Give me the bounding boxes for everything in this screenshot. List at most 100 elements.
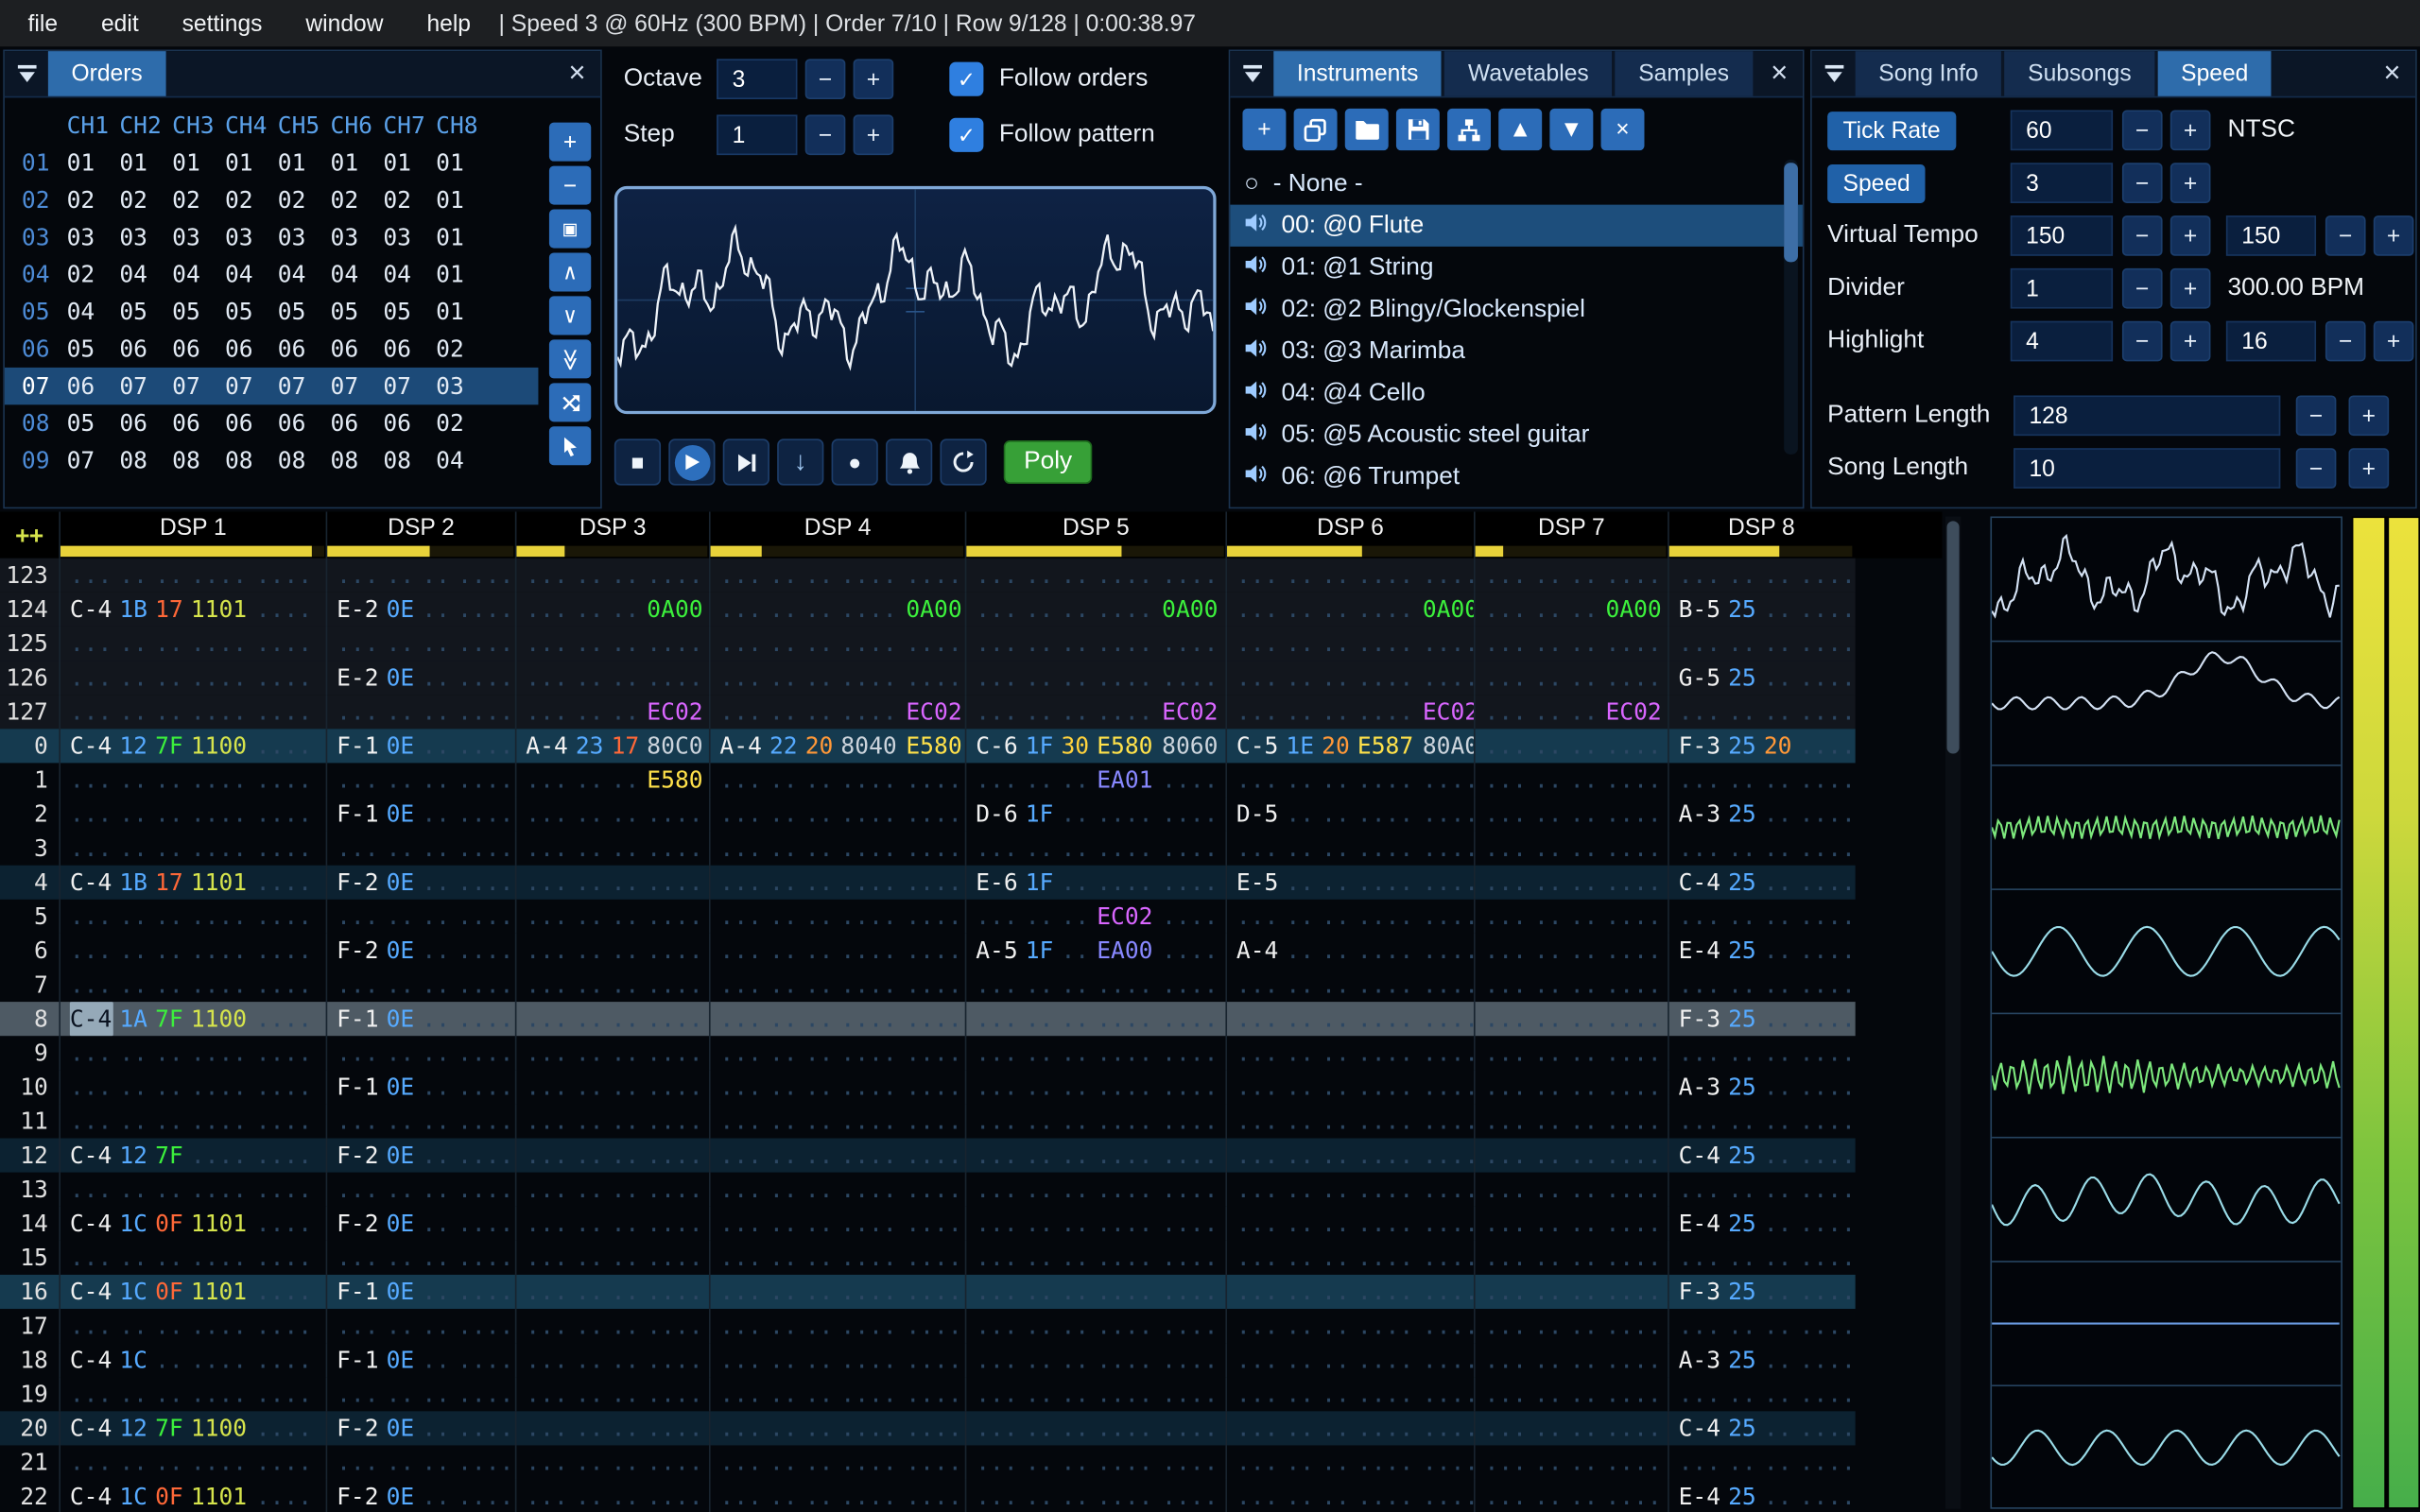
pattern-cell[interactable]: ........... (325, 1036, 515, 1071)
deep-clone-order-button[interactable] (548, 383, 592, 422)
pattern-cell[interactable]: ........... (514, 1274, 709, 1310)
song-tab-speed[interactable]: Speed (2157, 51, 2272, 96)
order-cell[interactable]: 07 (225, 372, 278, 401)
pattern-cell[interactable]: ........... (1668, 558, 1854, 593)
pattern-cell[interactable]: ............... (1225, 661, 1474, 696)
pattern-cell[interactable]: ........... (514, 626, 709, 662)
pattern-cell[interactable]: ........... (1668, 831, 1854, 866)
order-cell[interactable]: 03 (67, 223, 120, 251)
pattern-cell[interactable]: A-5 1F.. EA00.... (964, 933, 1226, 968)
song-length-minus[interactable]: − (2295, 448, 2337, 489)
pattern-cell[interactable]: ............... (708, 831, 965, 866)
pattern-cell[interactable]: ........... (1668, 1104, 1854, 1139)
pattern-cell[interactable]: ........... (514, 1172, 709, 1207)
order-cell[interactable]: 03 (225, 223, 278, 251)
pattern-cell[interactable]: ........... (1668, 1240, 1854, 1275)
pattern-cell[interactable]: ........... (325, 831, 515, 866)
pattern-cell[interactable]: ....... E580 (514, 763, 709, 798)
step-minus-button[interactable]: − (804, 114, 846, 156)
pattern-cell[interactable]: ............... (708, 1002, 965, 1037)
highlight-second-minus[interactable]: − (2325, 320, 2366, 362)
menu-window[interactable]: window (284, 10, 405, 37)
order-cell[interactable]: 06 (383, 335, 436, 363)
pattern-cell[interactable]: ........... (1473, 899, 1668, 934)
add-instrument-button[interactable]: + (1242, 108, 1287, 151)
channel-header-4[interactable]: DSP 4 (711, 513, 965, 544)
pattern-cell[interactable]: ........... (514, 1036, 709, 1071)
pattern-cell[interactable]: C-4 12 7F 1100.... (59, 729, 325, 764)
highlight-second-plus[interactable]: + (2373, 320, 2414, 362)
order-cell[interactable]: 03 (119, 223, 172, 251)
order-cell[interactable]: 04 (278, 261, 331, 289)
pattern-cell[interactable]: ............... (1225, 763, 1474, 798)
pattern-cell[interactable]: F-2 0E...... (325, 1411, 515, 1446)
order-row-02[interactable]: 02 02 02 02 02 02 02 02 01 (5, 181, 539, 218)
pattern-cell[interactable]: C-4 1C 0F 1101.... (59, 1274, 325, 1310)
pattern-cell[interactable]: ....... EC02.... (964, 899, 1226, 934)
pattern-cell[interactable]: ............... (59, 1240, 325, 1275)
pattern-cell[interactable]: ............... (1225, 626, 1474, 662)
song-tab-subsongs[interactable]: Subsongs (2004, 51, 2155, 96)
pattern-cell[interactable]: ............... (708, 1309, 965, 1344)
titlebar-drag-area[interactable] (2274, 51, 2369, 96)
pattern-cell[interactable]: ............... (59, 661, 325, 696)
pattern-cell[interactable]: ........... (514, 1206, 709, 1241)
asset-tab-instruments[interactable]: Instruments (1273, 51, 1443, 96)
pattern-cell[interactable]: ............... (964, 1343, 1226, 1378)
channel-header-8[interactable]: DSP 8 (1669, 513, 1854, 544)
pattern-cell[interactable]: ........... (325, 695, 515, 730)
pattern-cell[interactable]: ............... (708, 1411, 965, 1446)
pattern-cell[interactable]: ....... 0A00 (514, 592, 709, 627)
channel-header-3[interactable]: DSP 3 (516, 513, 708, 544)
pattern-length-plus[interactable]: + (2348, 395, 2390, 437)
order-cell[interactable]: 04 (331, 261, 384, 289)
order-cell[interactable]: 06 (172, 409, 225, 438)
pattern-cell[interactable]: ........... (514, 1309, 709, 1344)
pattern-cell[interactable]: ............... (964, 1206, 1226, 1241)
pattern-cell[interactable]: ............... (1225, 1206, 1474, 1241)
pattern-cell[interactable]: ............... (964, 1240, 1226, 1275)
pattern-cell[interactable]: F-3 25...... (1668, 1002, 1854, 1037)
order-cell[interactable]: 08 (383, 447, 436, 475)
instrument-item-04[interactable]: 04: @4 Cello (1230, 372, 1803, 414)
speed-plus[interactable]: + (2169, 163, 2211, 203)
pattern-cell[interactable]: ........... (514, 1411, 709, 1446)
pattern-cell[interactable]: ............... (1225, 1002, 1474, 1037)
follow-pattern-checkbox[interactable]: ✓ (949, 117, 984, 152)
collapse-icon[interactable] (1812, 51, 1856, 96)
order-cell[interactable]: 02 (67, 261, 120, 289)
pattern-cell[interactable]: F-2 0E...... (325, 933, 515, 968)
order-cell[interactable]: 04 (119, 261, 172, 289)
pattern-cell[interactable]: F-2 0E...... (325, 1206, 515, 1241)
song-length-input[interactable]: 10 (2014, 448, 2281, 489)
collapse-icon[interactable] (1230, 51, 1273, 96)
duplicate-order-button[interactable]: ▣ (548, 209, 592, 249)
pattern-cell[interactable]: ............... (1225, 1479, 1474, 1512)
pattern-cell[interactable]: ............... (708, 933, 965, 968)
channel-header-5[interactable]: DSP 5 (966, 513, 1225, 544)
pattern-cell[interactable]: ............... (59, 899, 325, 934)
pattern-cell[interactable]: ........... (1473, 1479, 1668, 1512)
order-cell[interactable]: 07 (278, 372, 331, 401)
scrollbar-thumb[interactable] (1784, 163, 1798, 263)
order-cell[interactable]: 02 (383, 186, 436, 215)
pattern-cell[interactable]: ............... (59, 831, 325, 866)
pattern-cell[interactable]: E-4 25...... (1668, 1206, 1854, 1241)
pattern-cell[interactable]: F-1 0E...... (325, 1274, 515, 1310)
titlebar-drag-area[interactable] (169, 51, 554, 96)
pattern-cell[interactable]: B-5 25...... (1668, 592, 1854, 627)
pattern-cell[interactable]: ............... (1225, 1411, 1474, 1446)
pattern-cell[interactable]: ............... (964, 1104, 1226, 1139)
pattern-cell[interactable]: ............... (708, 797, 965, 832)
pattern-cell[interactable]: A-3 25...... (1668, 1343, 1854, 1378)
order-row-07[interactable]: 07 06 07 07 07 07 07 07 03 (4, 367, 539, 405)
pattern-cell[interactable]: ........... (514, 1377, 709, 1412)
order-row-06[interactable]: 06 05 06 06 06 06 06 06 02 (5, 331, 539, 368)
add-order-button[interactable]: + (548, 122, 592, 162)
pattern-cell[interactable]: ............... (1225, 899, 1474, 934)
pattern-cell[interactable]: F-2 0E...... (325, 865, 515, 900)
record-button[interactable]: ● (831, 438, 878, 486)
follow-orders-checkbox[interactable]: ✓ (949, 61, 984, 96)
pattern-cell[interactable]: ........... (325, 626, 515, 662)
divider-minus[interactable]: − (2121, 267, 2163, 309)
